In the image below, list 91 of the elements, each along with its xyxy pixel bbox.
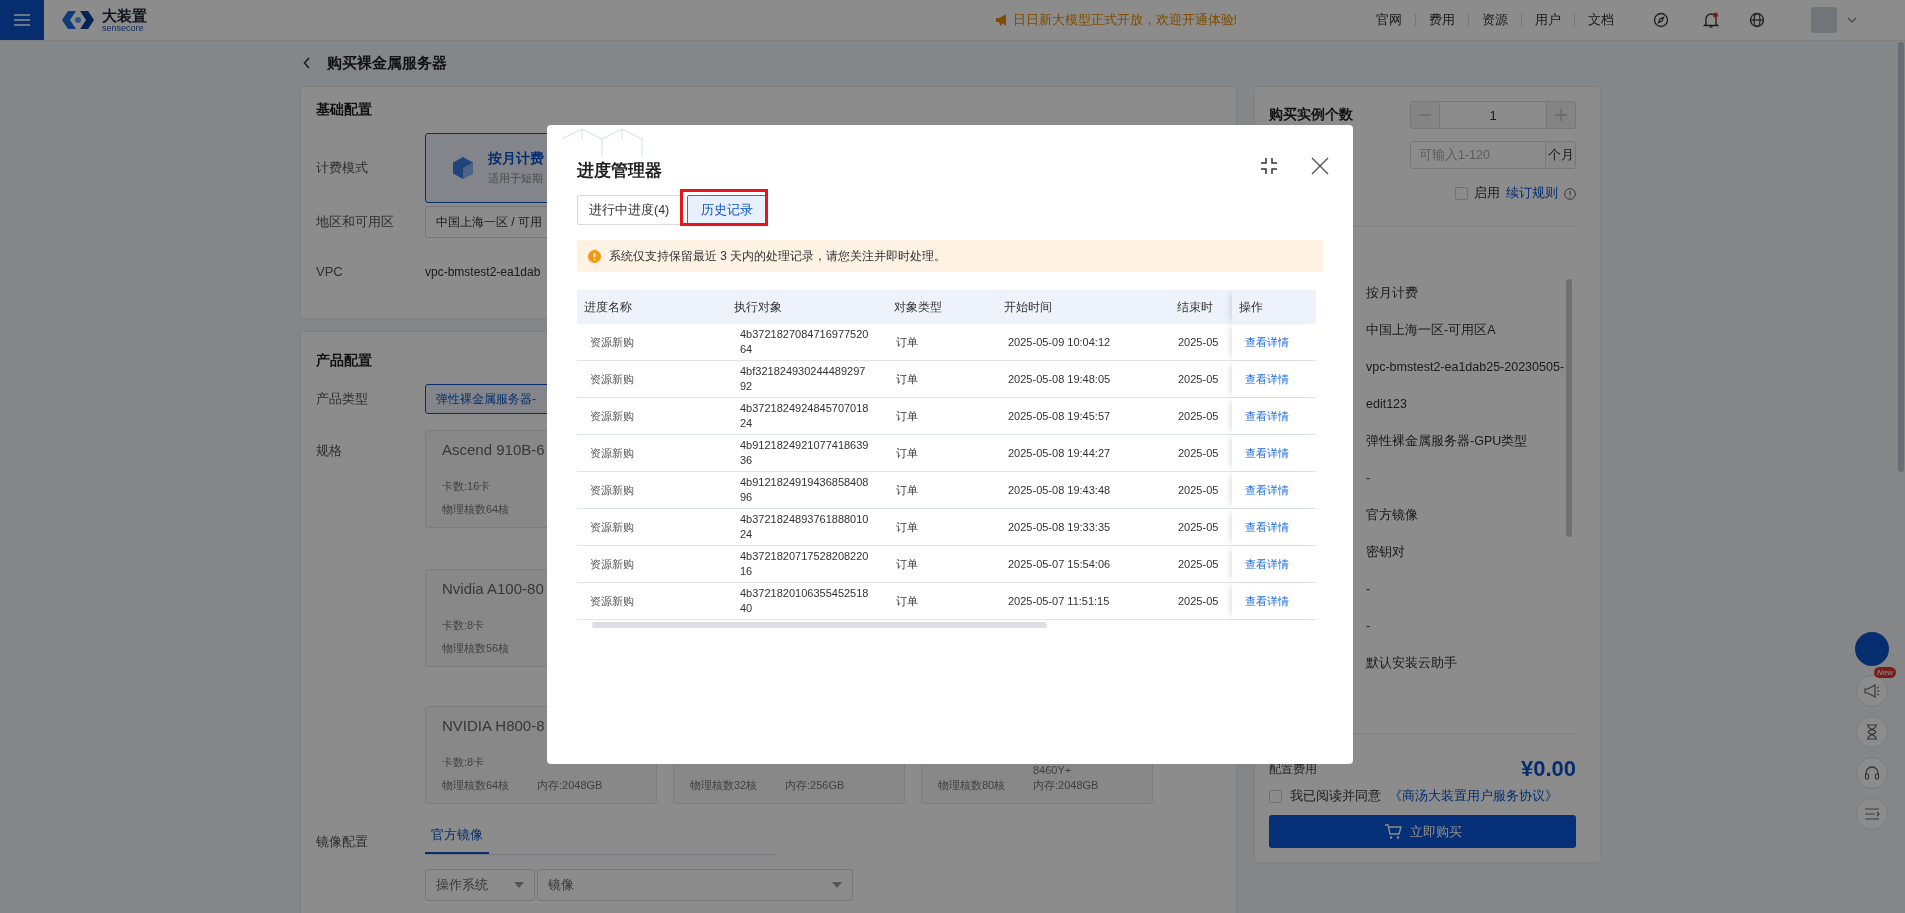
field-label: 规格 xyxy=(316,442,343,460)
table-cell: 2025-05-08 19:44:27 xyxy=(1008,447,1111,459)
spec-title: Ascend 910B-6 xyxy=(442,441,545,458)
table-cell: 订单 xyxy=(896,594,918,607)
spec-title: NVIDIA H800-8 xyxy=(442,717,545,734)
table-cell: 2025-05 xyxy=(1178,595,1219,607)
table-cell: 4b912182491943685840896 xyxy=(740,475,870,505)
table-cell: 4b912182492107741863936 xyxy=(740,438,870,468)
table-cell: 资源新购 xyxy=(590,335,634,348)
table-cell: 4b372182489376188801024 xyxy=(740,512,870,542)
table-cell: 资源新购 xyxy=(590,557,634,570)
table-cell: 2025-05-07 15:54:06 xyxy=(1008,558,1111,570)
field-label: 地区和可用区 xyxy=(316,213,395,231)
spec-detail: 物理核数56核 xyxy=(442,641,511,656)
column-header: 对象类型 xyxy=(893,298,943,316)
column-header: 进度名称 xyxy=(583,298,633,316)
summary-value: 官方镜像 xyxy=(1366,507,1419,524)
column-header: 结束时 xyxy=(1176,298,1214,316)
table-cell: 4b372182708471697752064 xyxy=(740,327,870,357)
spec-detail: 卡数:8卡 xyxy=(442,618,486,633)
spec-detail: 物理核数80核 xyxy=(938,778,1007,793)
logo-title: 大装置 xyxy=(102,7,147,23)
table-cell: 订单 xyxy=(896,557,918,570)
warning-text: 系统仅支持保留最近 3 天内的处理记录，请您关注并即时处理。 xyxy=(609,247,947,265)
spec-detail: 物理核数32核 xyxy=(690,778,759,793)
table-cell: 2025-05 xyxy=(1178,373,1219,385)
new-badge: New xyxy=(1874,667,1896,678)
dialog-title: 进度管理器 xyxy=(577,159,662,182)
table-cell: 2025-05 xyxy=(1178,410,1219,422)
spec-detail: 内存:256GB xyxy=(785,778,846,793)
table-cell: 4b372182071752820822016 xyxy=(740,549,870,579)
column-header: 执行对象 xyxy=(733,298,783,316)
field-label: 镜像配置 xyxy=(316,833,369,851)
section-title: 基础配置 xyxy=(316,100,373,119)
unit-label: 个月 xyxy=(1545,142,1575,168)
spec-detail: 内存:2048GB xyxy=(537,778,604,793)
table-cell: 4b372182492484570701824 xyxy=(740,401,870,431)
summary-value: 按月计费 xyxy=(1366,285,1419,302)
table-cell: 订单 xyxy=(896,483,918,496)
table-cell-text: 4bf32182493024448929792 xyxy=(740,364,867,394)
table-cell: 2025-05 xyxy=(1178,484,1219,496)
table-cell: 2025-05 xyxy=(1178,521,1219,533)
table-cell: 2025-05 xyxy=(1178,558,1219,570)
summary-value: - xyxy=(1366,618,1372,635)
spec-detail: 内存:2048GB xyxy=(1033,778,1100,793)
field-label: 计费模式 xyxy=(316,159,369,177)
summary-value: - xyxy=(1366,581,1372,598)
table-cell: 2025-05-08 19:43:48 xyxy=(1008,484,1111,496)
table-cell: 资源新购 xyxy=(590,483,634,496)
table-cell: 2025-05-08 19:33:35 xyxy=(1008,521,1111,533)
table-cell: 资源新购 xyxy=(590,409,634,422)
spec-detail: 物理核数64核 xyxy=(442,502,511,517)
spec-detail: 卡数:8卡 xyxy=(442,755,486,770)
table-cell: 订单 xyxy=(896,372,918,385)
spec-title: Nvidia A100-80 xyxy=(442,580,544,597)
table-cell: 订单 xyxy=(896,446,918,459)
table-cell: 资源新购 xyxy=(590,372,634,385)
vpc-value: vpc-bmstest2-ea1dab xyxy=(425,264,541,279)
summary-value: 中国上海一区-可用区A xyxy=(1366,322,1497,339)
spec-detail: 物理核数64核 xyxy=(442,778,511,793)
table-cell: 订单 xyxy=(896,335,918,348)
field-label: 购买实例个数 xyxy=(1269,106,1353,124)
table-cell: 2025-05-07 11:51:15 xyxy=(1008,595,1110,607)
field-label: 产品类型 xyxy=(316,390,369,408)
page-title: 购买裸金属服务器 xyxy=(327,54,447,73)
column-header: 操作 xyxy=(1232,290,1316,324)
field-label: VPC xyxy=(316,264,344,279)
fee-amount: ¥0.00 xyxy=(1520,756,1576,782)
option-title: 按月计费 xyxy=(488,150,544,168)
summary-value: 默认安装云助手 xyxy=(1366,655,1458,672)
table-cell: 资源新购 xyxy=(590,446,634,459)
summary-value: - xyxy=(1366,470,1372,487)
table-cell: 订单 xyxy=(896,520,918,533)
summary-value: vpc-bmstest2-ea1dab25-20230505-edit123 xyxy=(1366,359,1566,413)
column-header: 开始时间 xyxy=(1003,298,1053,316)
table-cell: 2025-05-09 10:04:12 xyxy=(1008,336,1111,348)
agreement-text: 我已阅读并同意 xyxy=(1290,788,1381,805)
spec-detail: 8460Y+ xyxy=(1033,764,1073,776)
summary-value: 弹性裸金属服务器-GPU类型 xyxy=(1366,433,1529,450)
spec-detail: 卡数:16卡 xyxy=(442,479,492,494)
table-cell: 2025-05-08 19:45:57 xyxy=(1008,410,1111,422)
table-cell: 资源新购 xyxy=(590,594,634,607)
table-cell: 2025-05 xyxy=(1178,447,1219,459)
logo-subtitle: sensecore xyxy=(102,22,144,33)
checkbox-label: 启用 xyxy=(1474,185,1500,202)
section-title: 产品配置 xyxy=(316,351,373,370)
table-cell: 4b372182010635545251840 xyxy=(740,586,870,616)
table-cell: 2025-05-08 19:48:05 xyxy=(1008,373,1111,385)
table-cell: 2025-05 xyxy=(1178,336,1219,348)
summary-value: 密钥对 xyxy=(1366,544,1406,561)
table-cell: 订单 xyxy=(896,409,918,422)
